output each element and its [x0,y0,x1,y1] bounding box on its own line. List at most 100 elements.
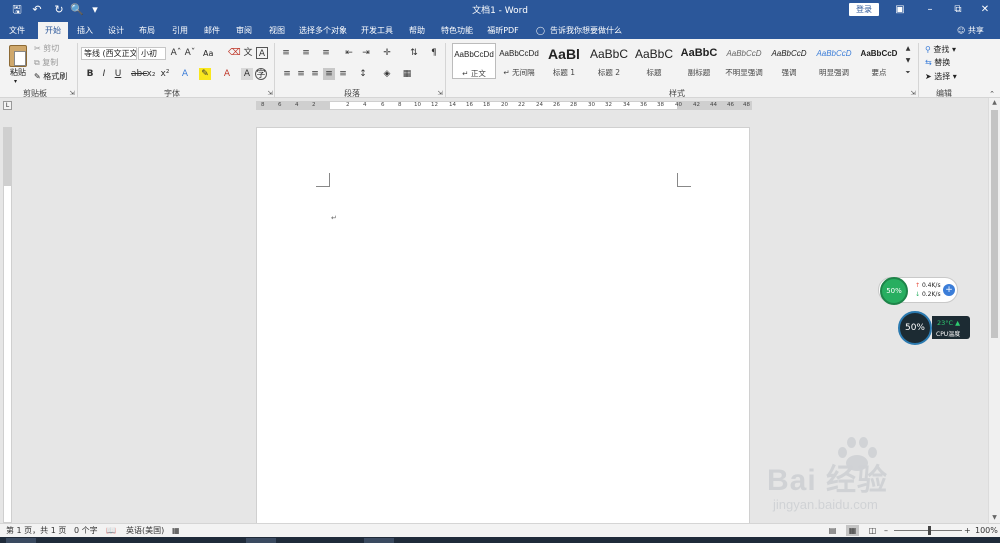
tab-selector[interactable]: L [3,101,12,110]
styles-more-icon[interactable]: ⏷ [902,67,914,79]
style-heading-1[interactable]: AaBl 标题 1 [542,43,586,79]
print-layout-icon[interactable]: ▦ [846,525,859,536]
borders-icon[interactable]: ▦ [401,68,413,80]
tab-home[interactable]: 开始 [38,22,68,39]
tab-layout[interactable]: 布局 [134,22,160,39]
select-button[interactable]: ➤ 选择 ▾ [925,71,957,82]
language[interactable]: 英语(美国) [126,525,164,537]
tab-insert[interactable]: 插入 [72,22,98,39]
cpu-temperature-widget[interactable]: 23°C ▲ CPU温度 50% [898,311,972,345]
tab-references[interactable]: 引用 [167,22,193,39]
character-shading-icon[interactable]: A [241,68,253,80]
styles-scroll-down-icon[interactable]: ▼ [902,55,914,67]
styles-scroll-up-icon[interactable]: ▲ [902,43,914,55]
style-title[interactable]: AaBbC 标题 [632,43,676,79]
vertical-ruler[interactable] [3,127,12,523]
highlight-color-icon[interactable]: ✎ [199,68,211,80]
decrease-indent-icon[interactable]: ⇤ [343,47,355,59]
show-marks-icon[interactable]: ¶ [428,47,440,59]
multilevel-list-icon[interactable]: ≡ [320,47,332,59]
phonetic-guide-icon[interactable]: 文 [242,47,254,59]
scroll-up-icon[interactable]: ▲ [989,98,1000,108]
copy-button[interactable]: ⧉ 复制 [34,57,58,68]
style-emphasis[interactable]: AaBbCcD 强调 [767,43,811,79]
tab-select-objects[interactable]: 选择多个对象 [298,22,348,39]
font-name-combo[interactable]: 等线 (西文正文) [81,47,137,60]
shrink-font-icon[interactable]: Aˇ [184,47,196,59]
grow-font-icon[interactable]: Aˆ [170,47,182,59]
style-heading-2[interactable]: AaBbC 标题 2 [587,43,631,79]
read-mode-icon[interactable]: ▤ [826,525,839,536]
tab-file[interactable]: 文件 [4,22,30,39]
format-painter-button[interactable]: ✎ 格式刷 [34,71,67,82]
align-left-icon[interactable]: ≡ [281,68,293,80]
close-icon[interactable]: ✕ [975,2,995,17]
accelerate-icon[interactable]: + [943,284,955,296]
zoom-in-icon[interactable]: + [964,525,971,537]
numbering-icon[interactable]: ≡ [300,47,312,59]
ribbon-display-options-icon[interactable]: ▣ [890,2,910,17]
tab-design[interactable]: 设计 [103,22,129,39]
macro-record-icon[interactable]: ▦ [172,525,180,537]
style-normal[interactable]: AaBbCcDd ↵ 正文 [452,43,496,79]
text-effects-icon[interactable]: A [179,68,191,80]
strikethrough-icon[interactable]: abc [131,68,147,80]
horizontal-ruler[interactable]: 8 6 4 2 2 4 6 8 10 12 14 16 18 20 22 24 … [256,101,752,110]
login-button[interactable]: 登录 [849,3,879,16]
paste-button[interactable]: 粘贴 [10,67,26,78]
replace-button[interactable]: ⇆ 替换 [925,57,950,68]
zoom-level[interactable]: 100% [975,525,998,537]
tab-view[interactable]: 视图 [264,22,290,39]
minimize-icon[interactable]: – [920,2,940,17]
web-layout-icon[interactable]: ◫ [866,525,879,536]
style-strong[interactable]: AaBbCcD 要点 [857,43,901,79]
style-subtle-emphasis[interactable]: AaBbCcD 不明显强调 [722,43,766,79]
vertical-scrollbar[interactable]: ▲ ▼ [988,98,1000,523]
tab-foxit-pdf[interactable]: 福昕PDF [485,22,521,39]
underline-icon[interactable]: U [112,68,124,80]
paste-dropdown-icon[interactable]: ▾ [14,76,17,87]
sort-icon[interactable]: ⇅ [408,47,420,59]
page-count[interactable]: 第 1 页，共 1 页 [6,525,66,537]
superscript-icon[interactable]: x² [159,68,171,80]
find-button[interactable]: ⚲ 查找 ▾ [925,44,956,55]
tell-me-search[interactable]: ◯ 告诉我你想要做什么 [536,22,622,39]
scroll-thumb[interactable] [991,110,998,338]
font-size-combo[interactable]: 小初 [138,47,166,60]
network-monitor-widget[interactable]: 50% ↑ 0.4K/s ↓ 0.2K/s + [878,277,958,305]
align-center-icon[interactable]: ≡ [295,68,307,80]
paste-icon[interactable] [9,45,27,67]
justify-icon[interactable]: ≡ [323,68,335,80]
tab-developer[interactable]: 开发工具 [358,22,396,39]
font-color-icon[interactable]: A [221,68,233,80]
italic-icon[interactable]: I [98,68,110,80]
restore-icon[interactable]: ⧉ [948,2,968,17]
enclose-characters-icon[interactable]: 字 [255,68,267,80]
character-border-icon[interactable]: A [256,47,268,59]
increase-indent-icon[interactable]: ⇥ [360,47,372,59]
line-spacing-icon[interactable]: ↕ [357,68,369,80]
chinese-layout-icon[interactable]: ✛ [381,47,393,59]
document-page[interactable]: ↵ [256,127,750,527]
tab-review[interactable]: 审阅 [231,22,257,39]
distributed-icon[interactable]: ≡ [337,68,349,80]
proofing-icon[interactable]: 📖 [106,525,116,537]
style-no-spacing[interactable]: AaBbCcDd ↵ 无间隔 [497,43,541,79]
taskbar-item[interactable] [246,538,276,543]
align-right-icon[interactable]: ≡ [309,68,321,80]
cut-button[interactable]: ✂ 剪切 [34,43,59,54]
style-intense-emphasis[interactable]: AaBbCcD 明显强调 [812,43,856,79]
tab-mailings[interactable]: 邮件 [199,22,225,39]
share-button[interactable]: ☺ 共享 [957,22,984,39]
bullets-icon[interactable]: ≡ [280,47,292,59]
change-case-button[interactable]: Aa [203,48,213,59]
word-count[interactable]: 0 个字 [74,525,98,537]
subscript-icon[interactable]: x₂ [145,68,157,80]
zoom-out-icon[interactable]: – [884,525,888,537]
zoom-slider-thumb[interactable] [928,526,931,535]
bold-icon[interactable]: B [84,68,96,80]
clear-formatting-icon[interactable]: ⌫ [228,47,241,59]
shading-icon[interactable]: ◈ [381,68,393,80]
scroll-down-icon[interactable]: ▼ [989,513,1000,523]
tab-help[interactable]: 帮助 [404,22,430,39]
